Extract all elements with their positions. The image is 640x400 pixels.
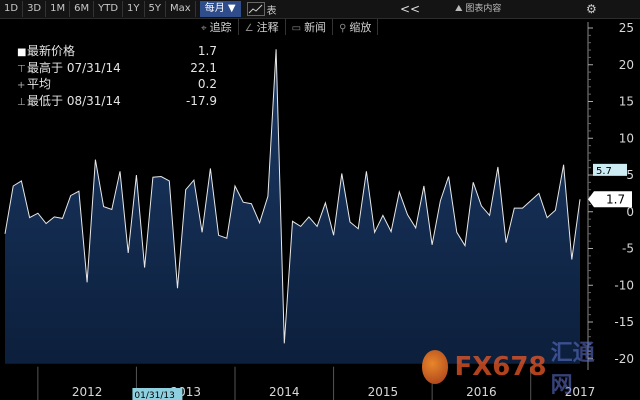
watermark-text: FX678	[454, 352, 547, 382]
x-tick-label: 2012	[72, 385, 103, 399]
timeframe-ytd[interactable]: YTD	[94, 1, 124, 17]
timeframe-1y[interactable]: 1Y	[123, 1, 145, 17]
legend-row: ■最新价格 1.7	[17, 44, 217, 61]
timeframe-3d[interactable]: 3D	[23, 1, 47, 17]
last-value-tag: 1.7	[606, 192, 625, 206]
tool-news[interactable]: ▭ 新闻	[286, 19, 334, 35]
collapse-button[interactable]: <<	[390, 0, 430, 18]
timeframe-6m[interactable]: 6M	[70, 1, 95, 17]
timeframe-1d[interactable]: 1D	[0, 1, 24, 17]
legend-label: 最新价格	[27, 44, 76, 58]
stat-marker-icon: ⊤	[17, 63, 26, 75]
timeframe-1m[interactable]: 1M	[46, 1, 71, 17]
tool-pencil[interactable]: ∠ 注释	[239, 19, 286, 35]
legend-value: 22.1	[190, 60, 217, 75]
toolbar: 1D 3D 1M 6M YTD 1Y 5Y Max 每月 ▼ 表 << ⛰ 图表内容 ⚙	[0, 0, 640, 19]
chart-content-icon: ⛰	[455, 4, 466, 14]
stat-marker-icon: ⊥	[17, 96, 26, 108]
tool-crosshair[interactable]: ⌖ 追踪	[195, 19, 239, 35]
legend-value: -17.9	[185, 93, 217, 108]
legend-row: ⊥最低于 08/31/14 -17.9	[17, 94, 217, 111]
legend-label: 最高于 07/31/14	[27, 60, 121, 75]
watermark: FX678 汇通网	[422, 341, 602, 398]
news-icon: ▭	[291, 23, 302, 34]
tool-label: 注释	[256, 21, 279, 34]
tool-label: 追踪	[209, 21, 232, 34]
timeframe-selector: 1D 3D 1M 6M YTD 1Y 5Y Max	[0, 1, 196, 17]
watermark-logo	[422, 350, 449, 384]
y-tick-label: 15	[619, 95, 634, 109]
legend-label: 平均	[27, 77, 52, 91]
watermark-text-cn: 汇通网	[550, 341, 595, 398]
prev-value-tag: 5.7	[596, 166, 612, 177]
frequency-dropdown[interactable]: 每月 ▼	[199, 1, 241, 17]
y-tick-label: 25	[619, 21, 634, 35]
legend-row: ⊤最高于 07/31/14 22.1	[17, 61, 217, 78]
legend-panel: ■最新价格 1.7 ⊤最高于 07/31/14 22.1 + 平均 0.2 ⊥最低于 08/3…	[13, 42, 221, 112]
crosshair-icon: ⌖	[201, 23, 207, 34]
chart-content-button[interactable]: ⛰ 图表内容	[455, 0, 501, 18]
timeframe-5y[interactable]: 5Y	[145, 1, 167, 17]
chart-type-label: 表	[266, 5, 277, 17]
stat-marker-icon: +	[17, 80, 26, 91]
annotation-tools: ⌖ 追踪 ∠ 注释 ▭ 新闻 ⚲ 缩放	[195, 18, 379, 36]
tool-zoom[interactable]: ⚲ 缩放	[333, 19, 379, 35]
legend-label: 最低于 08/31/14	[27, 93, 121, 108]
y-tick-label: 10	[619, 131, 634, 145]
legend-row: + 平均 0.2	[17, 77, 217, 94]
x-tick-label: 2014	[269, 385, 300, 399]
y-tick-label: -20	[614, 352, 634, 366]
y-tick-label: -5	[622, 242, 634, 256]
y-tick-label: 20	[619, 58, 634, 72]
chart-content-label: 图表内容	[465, 4, 502, 14]
y-tick-label: -10	[614, 278, 634, 292]
y-tick-label: 5	[626, 168, 634, 182]
chart-type-button[interactable]: 表	[246, 2, 277, 17]
zoom-icon: ⚲	[339, 23, 347, 34]
cursor-label: 01/31/13	[134, 391, 174, 400]
legend-value: 0.2	[197, 77, 217, 91]
timeframe-max[interactable]: Max	[166, 1, 196, 17]
tool-label: 缩放	[349, 21, 372, 34]
series-marker-icon: ■	[17, 47, 27, 58]
y-tick-label: -15	[614, 315, 634, 329]
line-chart-icon	[246, 2, 265, 16]
pencil-icon: ∠	[244, 23, 254, 34]
legend-value: 1.7	[197, 44, 217, 58]
x-tick-label: 2015	[368, 385, 399, 399]
gear-icon[interactable]: ⚙	[586, 0, 597, 18]
tool-label: 新闻	[304, 21, 327, 34]
